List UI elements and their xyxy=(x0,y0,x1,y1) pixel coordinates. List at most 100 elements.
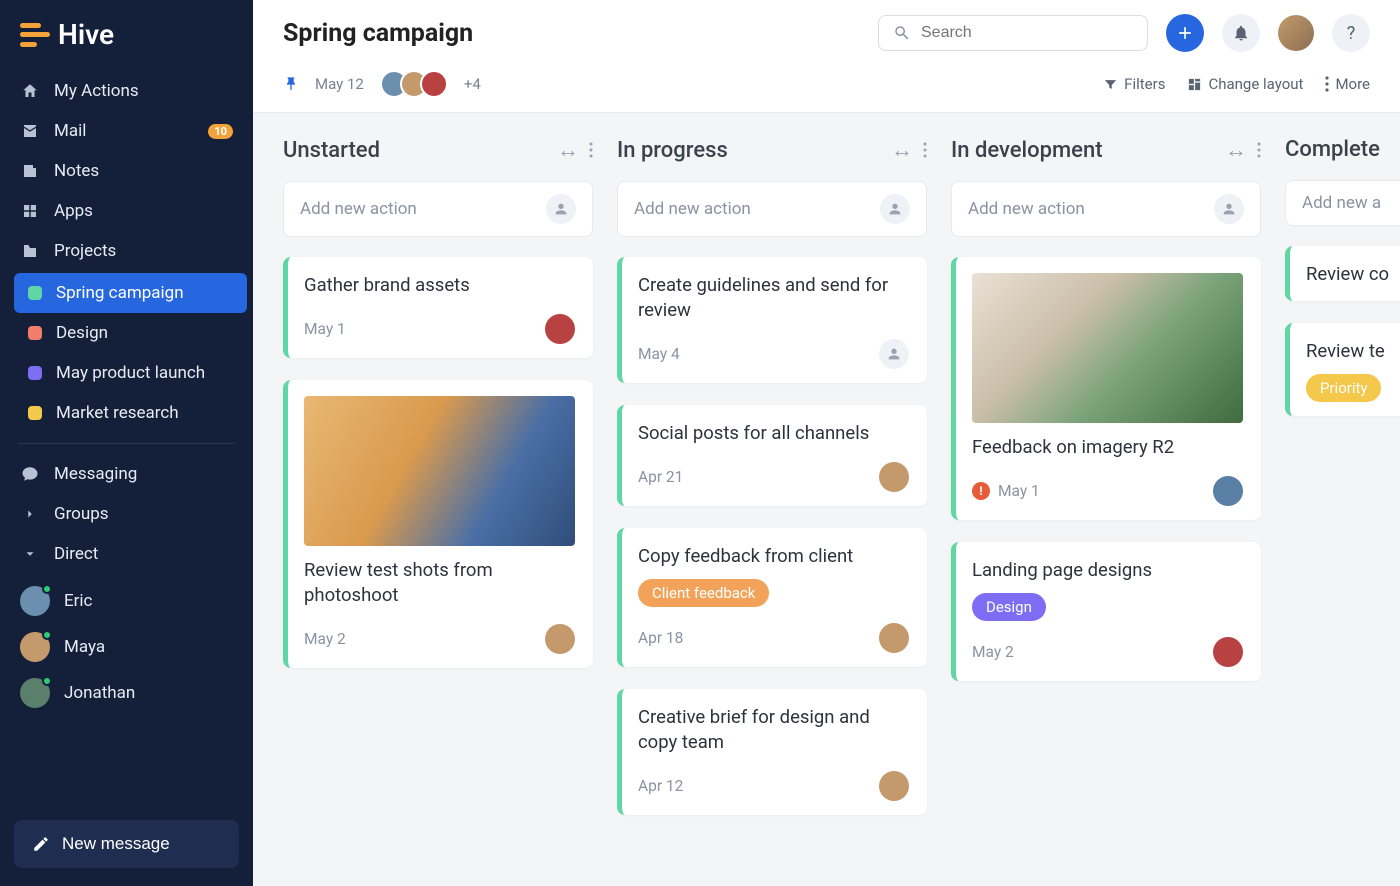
card[interactable]: Landing page designsDesignMay 2 xyxy=(951,542,1261,681)
more-icon[interactable] xyxy=(1257,142,1261,158)
new-message-button[interactable]: New message xyxy=(14,820,239,868)
assignee-avatar[interactable] xyxy=(1213,476,1243,506)
avatar xyxy=(20,586,50,616)
sidebar-item-direct[interactable]: Direct xyxy=(6,534,247,574)
notifications-button[interactable] xyxy=(1222,14,1260,52)
label: Eric xyxy=(64,591,92,611)
sidebar-project-spring-campaign[interactable]: Spring campaign xyxy=(14,273,247,313)
more-icon[interactable] xyxy=(589,142,593,158)
badge: 10 xyxy=(208,124,233,139)
avatar-stack[interactable] xyxy=(380,70,448,98)
dm-jonathan[interactable]: Jonathan xyxy=(6,670,247,716)
card[interactable]: Create guidelines and send for reviewMay… xyxy=(617,257,927,383)
assignee-empty[interactable] xyxy=(879,339,909,369)
avatar-overflow-count[interactable]: +4 xyxy=(464,75,481,93)
sidebar-item-apps[interactable]: Apps xyxy=(6,191,247,231)
presence-dot xyxy=(42,630,52,640)
sidebar-project-market-research[interactable]: Market research xyxy=(14,393,247,433)
sidebar-item-projects[interactable]: Projects xyxy=(6,231,247,271)
chevron-right-icon xyxy=(20,504,40,524)
dm-maya[interactable]: Maya xyxy=(6,624,247,670)
column-header: In development↔ xyxy=(951,137,1261,163)
resize-icon[interactable]: ↔ xyxy=(891,137,913,163)
person-icon[interactable] xyxy=(546,194,576,224)
card[interactable]: Gather brand assetsMay 1 xyxy=(283,257,593,358)
sidebar-item-notes[interactable]: Notes xyxy=(6,151,247,191)
column-header: Unstarted ↔ xyxy=(283,137,593,163)
add-action-input[interactable]: Add new action xyxy=(283,181,593,237)
change-layout-button[interactable]: Change layout xyxy=(1187,75,1303,93)
label: Design xyxy=(56,323,108,343)
label: Maya xyxy=(64,637,105,657)
sidebar-project-may-product-launch[interactable]: May product launch xyxy=(14,353,247,393)
card[interactable]: Feedback on imagery R2!May 1 xyxy=(951,257,1261,520)
filters-button[interactable]: Filters xyxy=(1103,75,1165,93)
assignee-avatar[interactable] xyxy=(545,314,575,344)
assignee-avatar[interactable] xyxy=(1213,637,1243,667)
label: Jonathan xyxy=(64,683,135,703)
assignee-avatar[interactable] xyxy=(879,623,909,653)
label: Direct xyxy=(54,544,98,564)
column-title: Unstarted xyxy=(283,138,380,163)
help-icon: ? xyxy=(1347,23,1356,44)
sidebar-item-my-actions[interactable]: My Actions xyxy=(6,71,247,111)
resize-icon[interactable]: ↔ xyxy=(557,137,579,163)
dm-eric[interactable]: Eric xyxy=(6,578,247,624)
search-box[interactable] xyxy=(878,15,1148,51)
column-in-development: In development↔Add new actionFeedback on… xyxy=(951,137,1261,862)
chevron-down-icon xyxy=(20,544,40,564)
sidebar-item-messaging[interactable]: Messaging xyxy=(6,454,247,494)
resize-icon[interactable]: ↔ xyxy=(1225,137,1247,163)
logo[interactable]: Hive xyxy=(0,0,253,71)
card[interactable]: Social posts for all channelsApr 21 xyxy=(617,405,927,506)
placeholder: Add new action xyxy=(968,199,1085,219)
sidebar-project-design[interactable]: Design xyxy=(14,313,247,353)
assignee-avatar[interactable] xyxy=(879,462,909,492)
card-tag: Client feedback xyxy=(638,579,769,607)
person-icon[interactable] xyxy=(880,194,910,224)
search-input[interactable] xyxy=(921,24,1133,42)
card[interactable]: Review test shots from photoshootMay 2 xyxy=(283,380,593,668)
more-icon[interactable] xyxy=(923,142,927,158)
add-button[interactable] xyxy=(1166,14,1204,52)
card-title: Copy feedback from client xyxy=(638,544,909,569)
main: Spring campaign ? May 12 +4 xyxy=(253,0,1400,886)
add-action-input[interactable]: Add new action xyxy=(617,181,927,237)
card-title: Creative brief for design and copy team xyxy=(638,705,909,755)
card-title: Create guidelines and send for review xyxy=(638,273,909,323)
compose-icon xyxy=(32,835,50,853)
label: Notes xyxy=(54,161,99,181)
add-action-input[interactable]: Add new action xyxy=(951,181,1261,237)
card[interactable]: Review co xyxy=(1285,246,1400,301)
logo-icon xyxy=(20,23,50,47)
person-icon[interactable] xyxy=(1214,194,1244,224)
column-complete: CompleteAdd new aReview coReview tePrior… xyxy=(1285,137,1400,862)
help-button[interactable]: ? xyxy=(1332,14,1370,52)
column-title: In progress xyxy=(617,138,728,163)
label: Filters xyxy=(1124,75,1165,93)
sidebar-item-mail[interactable]: Mail10 xyxy=(6,111,247,151)
user-avatar[interactable] xyxy=(1278,15,1314,51)
sidebar-item-groups[interactable]: Groups xyxy=(6,494,247,534)
color-dot xyxy=(28,286,42,300)
label: Spring campaign xyxy=(56,283,184,303)
card[interactable]: Creative brief for design and copy team A… xyxy=(617,689,927,815)
add-action-input[interactable]: Add new a xyxy=(1285,180,1400,226)
assignee-avatar[interactable] xyxy=(879,771,909,801)
more-button[interactable]: More xyxy=(1325,75,1370,93)
bell-icon xyxy=(1232,24,1250,42)
label: Projects xyxy=(54,241,116,261)
label: Market research xyxy=(56,403,179,423)
label: New message xyxy=(62,834,170,854)
card-date: May 1 xyxy=(998,482,1040,500)
alert-icon: ! xyxy=(972,482,990,500)
assignee-avatar[interactable] xyxy=(545,624,575,654)
apps-icon xyxy=(20,201,40,221)
presence-dot xyxy=(42,676,52,686)
card-date: Apr 12 xyxy=(638,777,683,795)
note-icon xyxy=(20,161,40,181)
card[interactable]: Copy feedback from client Client feedback… xyxy=(617,528,927,667)
card-tag: Priority xyxy=(1306,374,1381,402)
pin-icon[interactable] xyxy=(283,76,299,92)
card[interactable]: Review tePriority xyxy=(1285,323,1400,416)
